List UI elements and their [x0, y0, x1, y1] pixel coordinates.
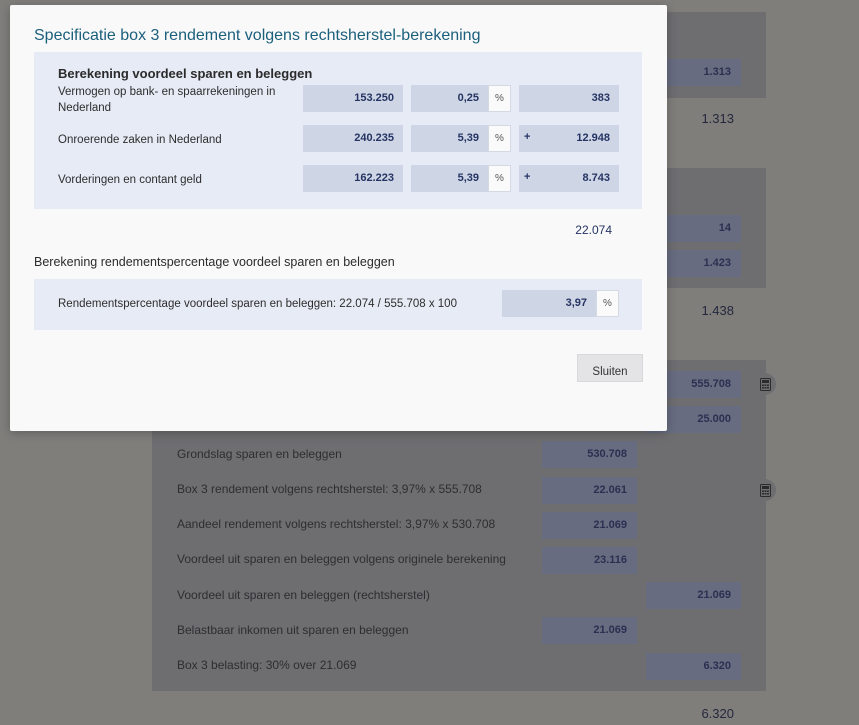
- bg-row-label-6: Belastbaar inkomen uit sparen en belegge…: [177, 623, 409, 637]
- result-field-real-estate: + 12.948: [519, 125, 619, 152]
- amount-field-bank: 153.250: [303, 85, 403, 112]
- amount-field-receivables: 162.223: [303, 165, 403, 192]
- percent-sign: %: [488, 125, 511, 152]
- percent-sign: %: [488, 165, 511, 192]
- subtotal: 22.074: [575, 223, 612, 237]
- percentage-field-bank: 0,25: [411, 85, 488, 112]
- return-percentage-field: 3,97: [502, 290, 596, 317]
- close-button[interactable]: Sluiten: [577, 354, 643, 382]
- bg-row-value-5: 21.069: [646, 582, 741, 609]
- result-value: 8.743: [582, 172, 610, 184]
- percentage-row-label: Rendementspercentage voordeel sparen en …: [58, 298, 457, 310]
- dialog-title: Specificatie box 3 rendement volgens rec…: [34, 27, 481, 44]
- calculator-icon[interactable]: [754, 479, 776, 501]
- percent-sign: %: [488, 85, 511, 112]
- bg-row-label-7: Box 3 belasting: 30% over 21.069: [177, 658, 357, 672]
- percentage-field-receivables: 5,39: [411, 165, 488, 192]
- result-field-receivables: + 8.743: [519, 165, 619, 192]
- percentage-field-real-estate: 5,39: [411, 125, 488, 152]
- bg-total-2: 1.438: [701, 303, 734, 318]
- percent-sign: %: [596, 290, 619, 317]
- bg-total-1: 1.313: [701, 111, 734, 126]
- bg-row-value-7: 6.320: [646, 653, 741, 680]
- operator: +: [524, 131, 531, 143]
- calculator-icon[interactable]: [754, 373, 776, 395]
- result-value: 12.948: [576, 132, 610, 144]
- bg-row-label-4: Voordeel uit sparen en beleggen volgens …: [177, 552, 506, 566]
- section-calculation: Berekening voordeel sparen en beleggen V…: [34, 52, 642, 209]
- bg-row-value-3: 21.069: [542, 512, 637, 539]
- bg-row-value-1: 530.708: [542, 441, 637, 468]
- section-title: Berekening voordeel sparen en beleggen: [58, 66, 313, 81]
- bg-row-label-2: Box 3 rendement volgens rechtsherstel: 3…: [177, 482, 482, 496]
- result-value: 383: [591, 92, 610, 104]
- bg-row-value-2: 22.061: [542, 477, 637, 504]
- bg-row-label-3: Aandeel rendement volgens rechtsherstel:…: [177, 517, 496, 531]
- bg-row-label-1: Grondslag sparen en beleggen: [177, 447, 342, 461]
- amount-field-real-estate: 240.235: [303, 125, 403, 152]
- row-label-receivables: Vorderingen en contant geld: [58, 174, 202, 186]
- specification-dialog: Specificatie box 3 rendement volgens rec…: [10, 5, 667, 431]
- section2-title: Berekening rendementspercentage voordeel…: [34, 255, 395, 269]
- result-field-bank: 383: [519, 85, 619, 112]
- operator: +: [524, 171, 531, 183]
- section-percentage: Rendementspercentage voordeel sparen en …: [34, 279, 642, 330]
- bg-final-total: 6.320: [701, 706, 734, 721]
- bg-row-value-6: 21.069: [542, 617, 637, 644]
- row-label-real-estate: Onroerende zaken in Nederland: [58, 134, 222, 146]
- row-label-bank: Vermogen op bank- en spaarrekeningen in …: [58, 86, 276, 114]
- bg-row-value-4: 23.116: [542, 547, 637, 574]
- bg-row-label-5: Voordeel uit sparen en beleggen (rechtsh…: [177, 588, 430, 602]
